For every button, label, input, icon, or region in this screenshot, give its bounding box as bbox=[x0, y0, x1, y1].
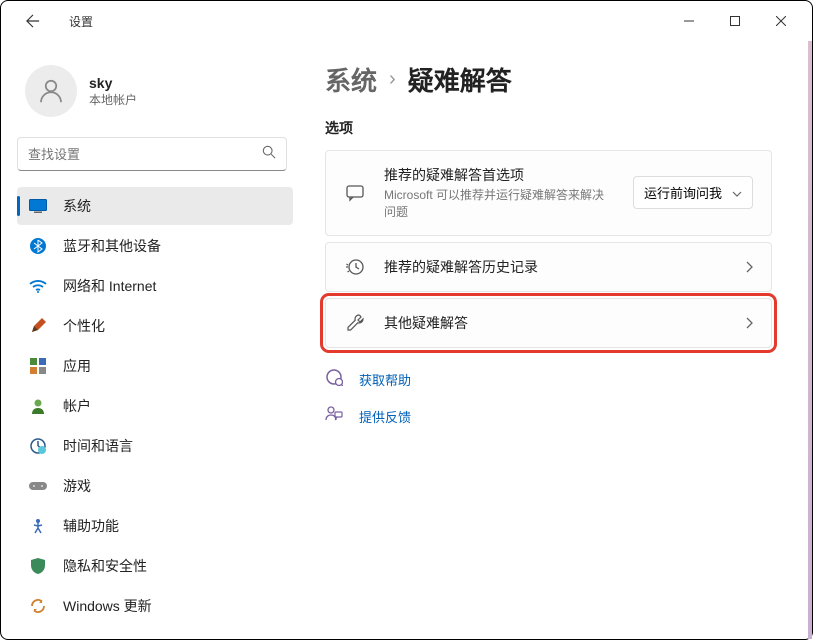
app-title: 设置 bbox=[69, 13, 93, 30]
nav-label: 时间和语言 bbox=[63, 436, 133, 456]
nav-item-time-language[interactable]: 时间和语言 bbox=[17, 427, 293, 465]
card-troubleshoot-preference[interactable]: 推荐的疑难解答首选项 Microsoft 可以推荐并运行疑难解答来解决问题 运行… bbox=[325, 150, 772, 236]
bluetooth-icon bbox=[29, 237, 47, 255]
nav-item-gaming[interactable]: 游戏 bbox=[17, 467, 293, 505]
maximize-button[interactable] bbox=[712, 5, 758, 37]
dropdown-value: 运行前询问我 bbox=[644, 183, 722, 202]
nav-item-update[interactable]: Windows 更新 bbox=[17, 587, 293, 625]
card-other-troubleshoot[interactable]: 其他疑难解答 bbox=[325, 298, 772, 348]
link-label: 提供反馈 bbox=[359, 407, 411, 426]
wifi-icon bbox=[29, 277, 47, 295]
card-title: 推荐的疑难解答历史记录 bbox=[384, 257, 728, 277]
chevron-right-icon bbox=[746, 317, 753, 329]
accessibility-icon bbox=[29, 517, 47, 535]
sidebar: sky 本地帐户 系统 蓝牙和其他设备 网络和 Internet bbox=[1, 41, 301, 639]
update-icon bbox=[29, 597, 47, 615]
nav-item-system[interactable]: 系统 bbox=[17, 187, 293, 225]
account-icon bbox=[29, 397, 47, 415]
user-sub: 本地帐户 bbox=[89, 91, 137, 108]
nav-label: 系统 bbox=[63, 196, 91, 216]
back-button[interactable] bbox=[17, 5, 49, 37]
help-links: 获取帮助 提供反馈 bbox=[325, 368, 772, 428]
titlebar: 设置 bbox=[1, 1, 812, 41]
nav-label: Windows 更新 bbox=[63, 596, 152, 616]
close-icon bbox=[776, 16, 786, 26]
minimize-button[interactable] bbox=[666, 5, 712, 37]
user-block[interactable]: sky 本地帐户 bbox=[17, 57, 293, 137]
card-title: 推荐的疑难解答首选项 bbox=[384, 165, 615, 185]
nav-item-privacy[interactable]: 隐私和安全性 bbox=[17, 547, 293, 585]
nav-label: 个性化 bbox=[63, 316, 105, 336]
breadcrumb-parent[interactable]: 系统 bbox=[325, 61, 377, 98]
get-help-link[interactable]: 获取帮助 bbox=[325, 368, 772, 391]
maximize-icon bbox=[730, 16, 740, 26]
feedback-link[interactable]: 提供反馈 bbox=[325, 405, 772, 428]
person-icon bbox=[36, 76, 66, 106]
chevron-right-icon: › bbox=[389, 68, 396, 91]
shield-icon bbox=[29, 557, 47, 575]
brush-icon bbox=[29, 317, 47, 335]
card-title: 其他疑难解答 bbox=[384, 313, 728, 333]
close-button[interactable] bbox=[758, 5, 804, 37]
main-content: 系统 › 疑难解答 选项 推荐的疑难解答首选项 Microsoft 可以推荐并运… bbox=[301, 41, 812, 639]
gamepad-icon bbox=[29, 477, 47, 495]
window-controls bbox=[666, 5, 804, 37]
arrow-left-icon bbox=[26, 14, 40, 28]
nav-item-accounts[interactable]: 帐户 bbox=[17, 387, 293, 425]
chevron-right-icon bbox=[746, 261, 753, 273]
nav-item-network[interactable]: 网络和 Internet bbox=[17, 267, 293, 305]
page-title: 疑难解答 bbox=[408, 61, 512, 98]
nav-item-bluetooth[interactable]: 蓝牙和其他设备 bbox=[17, 227, 293, 265]
nav-item-apps[interactable]: 应用 bbox=[17, 347, 293, 385]
nav-label: 隐私和安全性 bbox=[63, 556, 147, 576]
system-icon bbox=[29, 197, 47, 215]
link-label: 获取帮助 bbox=[359, 370, 411, 389]
feedback-icon bbox=[325, 405, 345, 428]
user-name: sky bbox=[89, 75, 137, 91]
nav-label: 帐户 bbox=[63, 396, 91, 416]
right-edge-decoration bbox=[808, 41, 812, 639]
chat-icon bbox=[344, 183, 366, 203]
wrench-icon bbox=[344, 313, 366, 333]
chevron-down-icon bbox=[732, 185, 742, 200]
nav-item-personalization[interactable]: 个性化 bbox=[17, 307, 293, 345]
clock-globe-icon bbox=[29, 437, 47, 455]
nav-label: 蓝牙和其他设备 bbox=[63, 236, 161, 256]
card-troubleshoot-history[interactable]: 推荐的疑难解答历史记录 bbox=[325, 242, 772, 292]
nav: 系统 蓝牙和其他设备 网络和 Internet 个性化 应用 帐户 bbox=[17, 187, 293, 625]
breadcrumb: 系统 › 疑难解答 bbox=[325, 61, 772, 98]
history-icon bbox=[344, 257, 366, 277]
nav-label: 应用 bbox=[63, 356, 91, 376]
card-subtitle: Microsoft 可以推荐并运行疑难解答来解决问题 bbox=[384, 187, 604, 221]
apps-icon bbox=[29, 357, 47, 375]
nav-label: 网络和 Internet bbox=[63, 276, 156, 296]
avatar bbox=[25, 65, 77, 117]
search-field[interactable] bbox=[28, 147, 262, 162]
nav-label: 辅助功能 bbox=[63, 516, 119, 536]
section-label: 选项 bbox=[325, 118, 772, 138]
nav-label: 游戏 bbox=[63, 476, 91, 496]
preference-dropdown[interactable]: 运行前询问我 bbox=[633, 176, 753, 209]
search-input[interactable] bbox=[17, 137, 287, 171]
minimize-icon bbox=[684, 16, 694, 26]
nav-item-accessibility[interactable]: 辅助功能 bbox=[17, 507, 293, 545]
help-icon bbox=[325, 368, 345, 391]
search-icon bbox=[262, 145, 276, 164]
